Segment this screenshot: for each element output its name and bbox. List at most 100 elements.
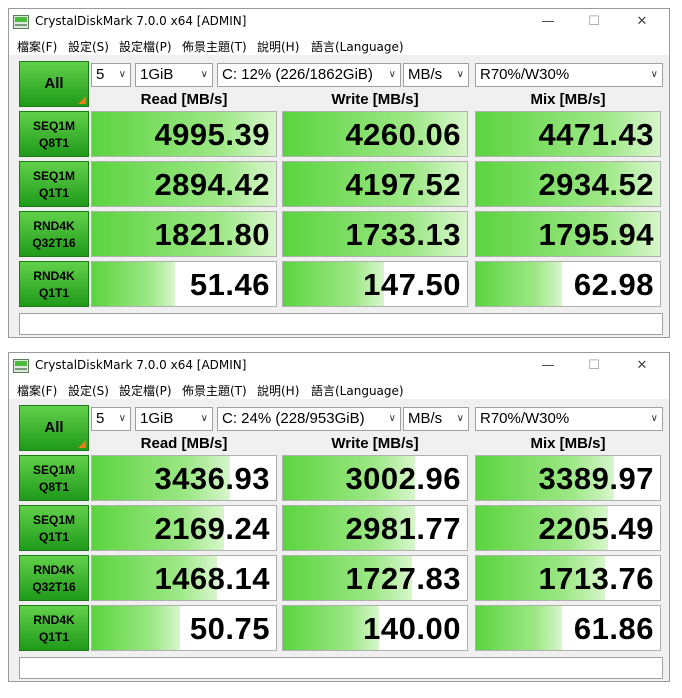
write-result-cell: 1733.13 bbox=[282, 211, 468, 257]
window-title: CrystalDiskMark 7.0.0 x64 [ADMIN] bbox=[35, 14, 247, 28]
all-button-label: All bbox=[44, 75, 64, 92]
menu-profile[interactable]: 設定檔(P) bbox=[119, 38, 172, 55]
menu-profile[interactable]: 設定檔(P) bbox=[119, 382, 172, 399]
chevron-down-icon: ∨ bbox=[456, 69, 464, 80]
read-header: Read [MB/s] bbox=[140, 91, 228, 108]
all-button-label: All bbox=[44, 419, 64, 436]
title-bar[interactable]: CrystalDiskMark 7.0.0 x64 [ADMIN] — ☐ ✕ bbox=[9, 9, 669, 35]
menu-theme[interactable]: 佈景主題(T) bbox=[182, 382, 247, 399]
menu-file[interactable]: 檔案(F) bbox=[17, 382, 57, 399]
menu-language[interactable]: 語言(Language) bbox=[311, 38, 404, 55]
test-size-select[interactable]: 1GiB ∨ bbox=[135, 407, 213, 431]
mix-result-cell: 61.86 bbox=[475, 605, 661, 651]
chevron-down-icon: ∨ bbox=[200, 413, 208, 424]
unit-select[interactable]: MB/s ∨ bbox=[403, 407, 469, 431]
mix-bar bbox=[476, 606, 563, 650]
menu-settings[interactable]: 設定(S) bbox=[68, 382, 109, 399]
maximize-button[interactable]: ☐ bbox=[571, 9, 617, 35]
unit-value: MB/s bbox=[408, 66, 443, 83]
test-count-value: 5 bbox=[96, 66, 105, 83]
write-value: 3002.96 bbox=[345, 461, 461, 496]
chevron-down-icon: ∨ bbox=[118, 69, 126, 80]
test-size-value: 1GiB bbox=[140, 66, 174, 83]
mix-ratio-value: R70%/W30% bbox=[480, 66, 570, 83]
write-result-cell: 1727.83 bbox=[282, 555, 468, 601]
mix-value: 4471.43 bbox=[538, 117, 654, 152]
menu-help[interactable]: 說明(H) bbox=[257, 382, 299, 399]
comment-input[interactable] bbox=[19, 657, 663, 679]
menu-settings[interactable]: 設定(S) bbox=[68, 38, 109, 55]
minimize-button[interactable]: — bbox=[525, 9, 571, 35]
mix-ratio-value: R70%/W30% bbox=[480, 410, 570, 427]
close-button[interactable]: ✕ bbox=[619, 9, 665, 35]
test-count-value: 5 bbox=[96, 410, 105, 427]
mix-result-cell: 2934.52 bbox=[475, 161, 661, 207]
chevron-down-icon: ∨ bbox=[200, 69, 208, 80]
chevron-down-icon: ∨ bbox=[456, 413, 464, 424]
chevron-down-icon: ∨ bbox=[118, 413, 126, 424]
menu-theme[interactable]: 佈景主題(T) bbox=[182, 38, 247, 55]
mix-value: 2934.52 bbox=[538, 167, 654, 202]
write-result-cell: 3002.96 bbox=[282, 455, 468, 501]
drive-select[interactable]: C: 12% (226/1862GiB) ∨ bbox=[217, 63, 401, 87]
rnd4k-q32t16-button[interactable]: RND4K Q32T16 bbox=[19, 211, 89, 257]
drive-value: C: 24% (228/953GiB) bbox=[222, 410, 365, 427]
seq1m-q1t1-button[interactable]: SEQ1M Q1T1 bbox=[19, 161, 89, 207]
menu-help[interactable]: 說明(H) bbox=[257, 38, 299, 55]
row-label-2: Q8T1 bbox=[38, 480, 69, 494]
seq1m-q8t1-button[interactable]: SEQ1M Q8T1 bbox=[19, 455, 89, 501]
mix-result-cell: 3389.97 bbox=[475, 455, 661, 501]
write-value: 4197.52 bbox=[345, 167, 461, 202]
unit-select[interactable]: MB/s ∨ bbox=[403, 63, 469, 87]
test-size-select[interactable]: 1GiB ∨ bbox=[135, 63, 213, 87]
chevron-down-icon: ∨ bbox=[388, 69, 396, 80]
mix-header: Mix [MB/s] bbox=[530, 435, 606, 452]
rnd4k-q1t1-button[interactable]: RND4K Q1T1 bbox=[19, 605, 89, 651]
read-value: 2894.42 bbox=[154, 167, 270, 202]
all-button[interactable]: All bbox=[19, 61, 89, 107]
test-count-select[interactable]: 5 ∨ bbox=[91, 407, 131, 431]
write-value: 147.50 bbox=[363, 267, 461, 302]
unit-value: MB/s bbox=[408, 410, 443, 427]
row-label-2: Q32T16 bbox=[32, 236, 76, 250]
read-result-cell: 1821.80 bbox=[91, 211, 277, 257]
row-label-1: RND4K bbox=[33, 219, 75, 233]
all-button[interactable]: All bbox=[19, 405, 89, 451]
mix-bar bbox=[476, 262, 563, 306]
write-result-cell: 4197.52 bbox=[282, 161, 468, 207]
write-result-cell: 4260.06 bbox=[282, 111, 468, 157]
read-result-cell: 2894.42 bbox=[91, 161, 277, 207]
corner-marker-icon bbox=[78, 440, 86, 448]
drive-select[interactable]: C: 24% (228/953GiB) ∨ bbox=[217, 407, 401, 431]
read-value: 50.75 bbox=[189, 611, 270, 646]
minimize-button[interactable]: — bbox=[525, 353, 571, 379]
mix-header: Mix [MB/s] bbox=[530, 91, 606, 108]
row-label-1: SEQ1M bbox=[32, 513, 75, 527]
row-label-1: SEQ1M bbox=[32, 119, 75, 133]
mix-result-cell: 1713.76 bbox=[475, 555, 661, 601]
write-header: Write [MB/s] bbox=[331, 435, 419, 452]
read-result-cell: 50.75 bbox=[91, 605, 277, 651]
comment-input[interactable] bbox=[19, 313, 663, 335]
menu-file[interactable]: 檔案(F) bbox=[17, 38, 57, 55]
maximize-button[interactable]: ☐ bbox=[571, 353, 617, 379]
test-count-select[interactable]: 5 ∨ bbox=[91, 63, 131, 87]
rnd4k-q32t16-button[interactable]: RND4K Q32T16 bbox=[19, 555, 89, 601]
mix-value: 1713.76 bbox=[538, 561, 654, 596]
rnd4k-q1t1-button[interactable]: RND4K Q1T1 bbox=[19, 261, 89, 307]
mix-value: 1795.94 bbox=[538, 217, 654, 252]
mix-value: 61.86 bbox=[573, 611, 654, 646]
seq1m-q8t1-button[interactable]: SEQ1M Q8T1 bbox=[19, 111, 89, 157]
mix-ratio-select[interactable]: R70%/W30% ∨ bbox=[475, 63, 663, 87]
cdm-window-1: CrystalDiskMark 7.0.0 x64 [ADMIN] — ☐ ✕ … bbox=[8, 8, 670, 338]
mix-ratio-select[interactable]: R70%/W30% ∨ bbox=[475, 407, 663, 431]
mix-value: 3389.97 bbox=[538, 461, 654, 496]
close-button[interactable]: ✕ bbox=[619, 353, 665, 379]
read-result-cell: 2169.24 bbox=[91, 505, 277, 551]
read-result-cell: 3436.93 bbox=[91, 455, 277, 501]
seq1m-q1t1-button[interactable]: SEQ1M Q1T1 bbox=[19, 505, 89, 551]
mix-result-cell: 62.98 bbox=[475, 261, 661, 307]
title-bar[interactable]: CrystalDiskMark 7.0.0 x64 [ADMIN] — ☐ ✕ bbox=[9, 353, 669, 379]
menu-bar: 檔案(F) 設定(S) 設定檔(P) 佈景主題(T) 說明(H) 語言(Lang… bbox=[9, 35, 669, 55]
menu-language[interactable]: 語言(Language) bbox=[311, 382, 404, 399]
